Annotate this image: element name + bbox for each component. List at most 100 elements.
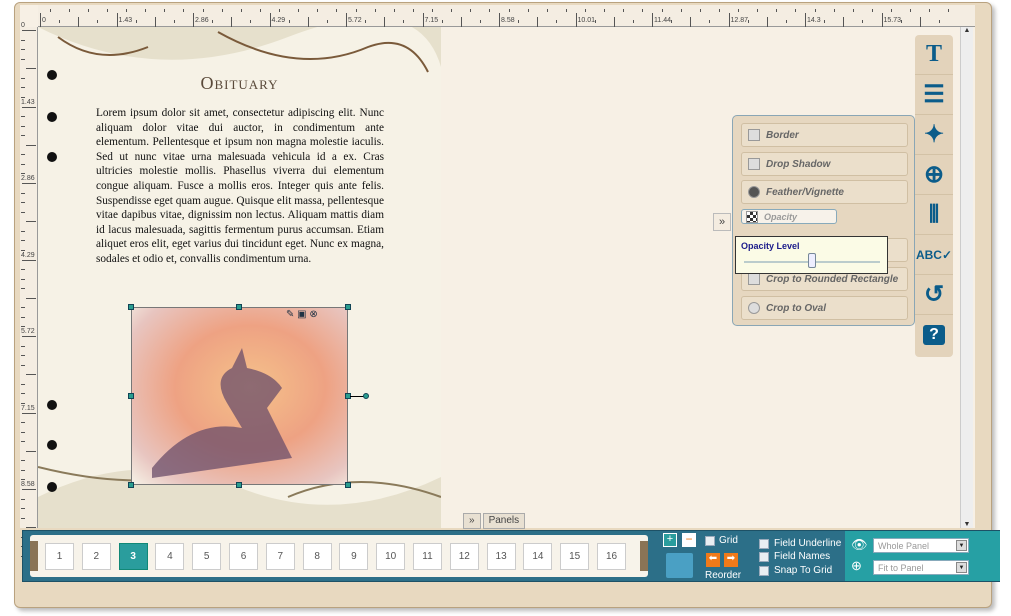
view-select[interactable]: Whole Panel ▼	[873, 538, 969, 553]
page-button-14[interactable]: 14	[523, 543, 553, 570]
help-icon[interactable]: ?	[915, 315, 953, 355]
ruler-minor-tick	[862, 20, 864, 23]
ruler-minor-tick	[164, 9, 166, 12]
collapse-panel-button[interactable]: »	[713, 213, 731, 231]
move-forward-icon[interactable]: ➡	[724, 553, 738, 567]
page-button-6[interactable]: 6	[229, 543, 258, 570]
resize-handle[interactable]	[128, 482, 134, 488]
zoom-select[interactable]: Fit to Panel ▼	[873, 560, 969, 575]
zoom-out-button[interactable]: −	[682, 533, 696, 547]
ruler-label: 2.86	[195, 17, 209, 24]
expand-panels-icon[interactable]: »	[463, 513, 481, 529]
option-label: Crop to Rounded Rectangle	[766, 273, 899, 285]
panels-button[interactable]: Panels	[482, 513, 526, 529]
distribute-icon[interactable]: ⫴	[915, 195, 953, 235]
dropdown-arrow-icon[interactable]: ▼	[956, 562, 967, 573]
scroll-up-icon[interactable]: ▲	[961, 27, 973, 34]
page-button-1[interactable]: 1	[45, 543, 74, 570]
opacity-option[interactable]: Opacity	[741, 209, 837, 224]
ruler-major-tick	[499, 13, 500, 27]
ruler-minor-tick	[365, 20, 367, 23]
ruler-minor-tick	[21, 135, 25, 137]
ruler-minor-tick	[21, 393, 25, 395]
resize-handle[interactable]	[128, 304, 134, 310]
ruler-minor-tick	[106, 9, 108, 12]
panels-toggle[interactable]: » Panels	[463, 513, 526, 529]
ruler-minor-tick	[21, 39, 25, 41]
body-text[interactable]: Lorem ipsum dolor sit amet, consectetur …	[96, 106, 384, 267]
page-button-16[interactable]: 16	[597, 543, 626, 570]
field-underline-checkbox[interactable]	[759, 539, 769, 549]
rotate-handle[interactable]	[363, 393, 369, 399]
ruler-minor-tick	[412, 9, 414, 12]
ruler-minor-tick	[871, 9, 873, 12]
ruler-minor-tick	[26, 527, 36, 529]
ruler-minor-tick	[355, 9, 357, 12]
resize-handle[interactable]	[236, 304, 242, 310]
ruler-major-tick	[346, 13, 347, 27]
grid-checkbox[interactable]	[705, 536, 715, 546]
text-icon[interactable]: T	[915, 35, 953, 75]
resize-handle[interactable]	[345, 304, 351, 310]
undo-icon[interactable]: ↺	[915, 275, 953, 315]
page-navigator: 1 2 3 4 5 6 7 8 9 10 11 12 13 14 15 16	[30, 535, 648, 577]
drop-shadow-option[interactable]: Drop Shadow	[741, 152, 908, 176]
image-edit-icons[interactable]: ✎ ▣ ⊗	[286, 309, 318, 320]
ruler-minor-tick	[59, 20, 61, 23]
resize-handle[interactable]	[236, 482, 242, 488]
ruler-major-tick	[116, 13, 118, 27]
page-button-15[interactable]: 15	[560, 543, 590, 570]
ruler-minor-tick	[900, 20, 902, 23]
ruler-label: 1.43	[118, 17, 133, 24]
border-option[interactable]: Border	[741, 123, 908, 147]
ruler-minor-tick	[288, 20, 290, 23]
zoom-icon: ⊕	[851, 558, 862, 573]
page-button-10[interactable]: 10	[376, 543, 406, 570]
page-button-4[interactable]: 4	[155, 543, 185, 570]
page-button-12[interactable]: 12	[449, 543, 479, 570]
zoom-in-button[interactable]: +	[663, 533, 677, 547]
feather-vignette-option[interactable]: Feather/Vignette	[741, 180, 908, 204]
ruler-minor-tick	[21, 202, 25, 204]
magic-wand-icon[interactable]: ✦	[915, 115, 953, 155]
snap-to-grid-checkbox[interactable]	[759, 566, 769, 576]
page-button-8[interactable]: 8	[302, 543, 332, 570]
vertical-scrollbar[interactable]: ▲ ▼	[960, 27, 973, 528]
bullet	[47, 400, 57, 410]
ruler-minor-tick	[21, 269, 25, 271]
opacity-slider-thumb[interactable]	[808, 253, 816, 268]
ruler-major-tick	[22, 106, 36, 108]
scroll-down-icon[interactable]: ▼	[961, 521, 973, 528]
page-button-7[interactable]: 7	[265, 543, 295, 570]
lighting-icon[interactable]	[666, 553, 693, 578]
page-button-9[interactable]: 9	[339, 543, 369, 570]
align-icon[interactable]: ☰	[915, 75, 953, 115]
move-back-icon[interactable]: ⬅	[706, 553, 720, 567]
page-button-11[interactable]: 11	[413, 543, 442, 570]
ruler-minor-tick	[623, 9, 625, 12]
selected-image[interactable]	[131, 307, 348, 485]
ruler-minor-tick	[231, 17, 233, 27]
dropdown-arrow-icon[interactable]: ▼	[956, 540, 967, 551]
page-button-5[interactable]: 5	[192, 543, 222, 570]
crop-oval-option[interactable]: Crop to Oval	[741, 296, 908, 320]
spellcheck-icon[interactable]: ABC✓	[915, 235, 953, 275]
page-button-13[interactable]: 13	[486, 543, 516, 570]
ruler-minor-tick	[948, 9, 950, 12]
ruler-minor-tick	[910, 9, 912, 12]
next-pages-icon[interactable]	[640, 541, 648, 571]
prev-pages-icon[interactable]	[30, 541, 38, 571]
ruler-label: 5.72	[21, 328, 35, 335]
ruler-minor-tick	[21, 364, 25, 366]
add-icon[interactable]: ⊕	[915, 155, 953, 195]
ruler-minor-tick	[26, 297, 36, 299]
page-button-3[interactable]: 3	[118, 543, 148, 570]
ruler-minor-tick	[441, 20, 443, 23]
ruler-minor-tick	[145, 9, 147, 12]
ruler-minor-tick	[384, 17, 386, 27]
resize-handle[interactable]	[345, 482, 351, 488]
resize-handle[interactable]	[128, 393, 134, 399]
page-button-2[interactable]: 2	[81, 543, 111, 570]
field-names-checkbox[interactable]	[759, 552, 769, 562]
ruler-minor-tick	[26, 144, 36, 146]
